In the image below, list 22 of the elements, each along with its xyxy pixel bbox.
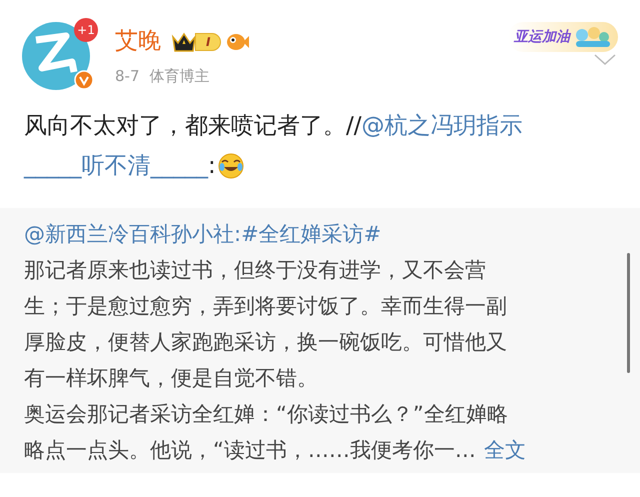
repost-text: 那记者原来也读过书，但终于没有进学，又不会营 [24,257,487,284]
post-text: 风向不太对了，都来喷记者了。// [24,112,362,141]
level-badge: I [195,32,222,50]
mention-link[interactable]: @杭之冯玥指示 [362,106,522,146]
mention-link[interactable]: _____听不清_____ [24,146,208,186]
notification-badge: +1 [74,18,98,42]
scrollbar[interactable] [627,253,630,373]
crown-icon [171,30,197,52]
repost-text: 略点一点头。他说，“读过书，……我便考你一… [24,437,476,464]
fish-icon [225,32,250,52]
author-name[interactable]: 艾晚 [115,30,161,53]
repost-text: 厚脸皮，便替人家跑跑采访，换一碗饭吃。可惜他又 [24,329,508,356]
chevron-down-icon[interactable] [594,54,616,66]
author-tag: 体育博主 [150,65,210,88]
laughing-crying-emoji-icon [218,153,244,179]
repost-text: 奥运会那记者采访全红婵：“你读过书么？”全红婵略 [24,401,509,428]
repost-text: 生；于是愈过愈穷，弄到将要讨饭了。幸而生得一副 [24,293,508,320]
full-text-link[interactable]: 全文 [484,432,526,468]
repost-source[interactable]: @新西兰冷百科孙小社:#全红婵采访# [24,216,616,252]
post-date: 8-7 [115,66,140,87]
repost-text: 有一样坏脾气，便是自觉不错。 [24,365,319,392]
post-text: : [208,152,216,181]
